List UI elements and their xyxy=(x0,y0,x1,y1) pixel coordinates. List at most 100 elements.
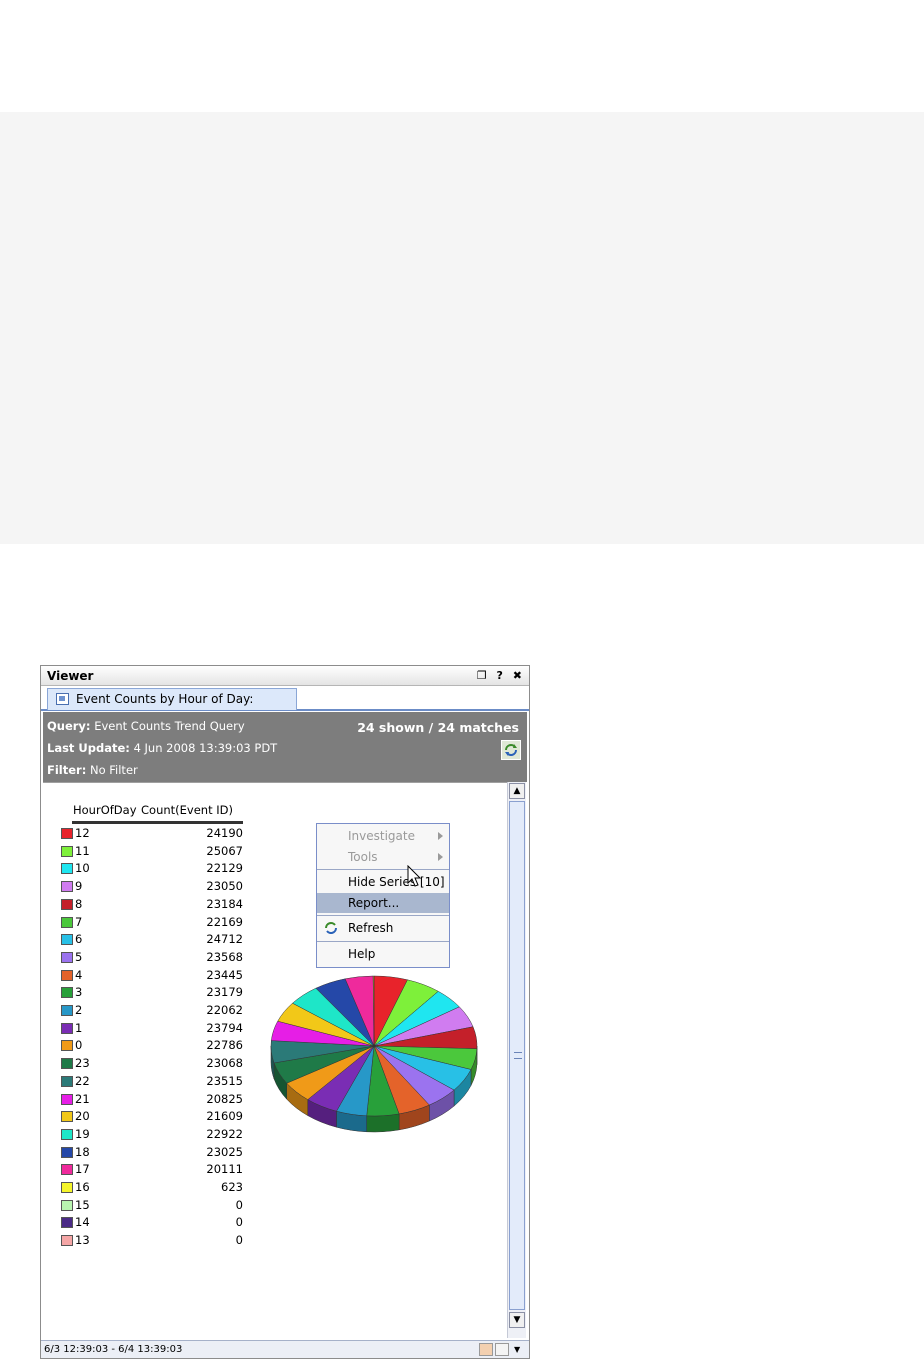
legend-row[interactable]: 22 23515 xyxy=(61,1073,243,1090)
vertical-scrollbar[interactable]: ▲ ▼ xyxy=(507,782,526,1338)
legend-row[interactable]: 19 22922 xyxy=(61,1126,243,1143)
query-label: Query: xyxy=(47,719,91,733)
legend-row[interactable]: 1 23794 xyxy=(61,1020,243,1037)
legend-count: 24712 xyxy=(206,932,243,947)
legend-hour: 16 xyxy=(75,1180,90,1194)
legend-row[interactable]: 5 23568 xyxy=(61,949,243,966)
menu-item-report[interactable]: Report... xyxy=(317,893,449,913)
help-icon[interactable]: ? xyxy=(497,669,506,682)
blank-background-band xyxy=(0,112,924,544)
menu-item-investigate[interactable]: Investigate xyxy=(317,826,449,846)
time-range: 6/3 12:39:03 - 6/4 13:39:03 xyxy=(44,1344,183,1355)
close-icon[interactable]: ✖ xyxy=(513,669,525,682)
chart-content-area: HourOfDay Count(Event ID) 12 24190 11 25067… xyxy=(43,782,507,1339)
legend-count: 20111 xyxy=(206,1162,243,1177)
legend-row[interactable]: 7 22169 xyxy=(61,914,243,931)
filter-value: No Filter xyxy=(89,763,138,777)
legend-hour: 15 xyxy=(75,1197,90,1212)
tab-piechart[interactable]: Event Counts by Hour of Day: PieChart xyxy=(47,688,297,726)
legend-row[interactable]: 15 0 xyxy=(61,1197,243,1214)
legend-hour: 17 xyxy=(75,1162,90,1177)
viewer-title: Viewer xyxy=(47,669,94,683)
menu-item-hide-series[interactable]: Hide Series [10] xyxy=(317,872,449,892)
menu-item-label: Tools xyxy=(348,850,378,864)
legend-row[interactable]: 8 23184 xyxy=(61,896,243,913)
legend-swatch xyxy=(61,1199,73,1211)
legend-row[interactable]: 23 23068 xyxy=(61,1055,243,1072)
menu-item-label: Investigate xyxy=(348,829,415,843)
legend-hour: 5 xyxy=(75,949,83,964)
restore-icon[interactable]: ❐ xyxy=(477,669,490,682)
legend-hour: 14 xyxy=(75,1215,90,1230)
legend-row[interactable]: 20 21609 xyxy=(61,1108,243,1125)
legend-count: 0 xyxy=(235,1233,243,1248)
legend-swatch xyxy=(61,1235,73,1247)
viewer-panel: Viewer ❐ ? ✖ Event Counts by Hour of Day… xyxy=(40,665,530,1359)
legend-count: 23184 xyxy=(206,896,243,911)
legend-row[interactable]: 12 24190 xyxy=(61,825,243,842)
menu-item-tools[interactable]: Tools xyxy=(317,847,449,867)
legend-row[interactable]: 3 23179 xyxy=(61,984,243,1001)
chart-view-icon xyxy=(56,693,69,705)
legend-row[interactable]: 13 0 xyxy=(61,1232,243,1249)
legend-swatch xyxy=(61,1093,73,1105)
legend-count: 22062 xyxy=(206,1003,243,1017)
legend-row[interactable]: 14 0 xyxy=(61,1214,243,1231)
legend-count: 21609 xyxy=(206,1109,243,1124)
legend-swatch xyxy=(61,1217,73,1229)
scroll-up-icon[interactable]: ▲ xyxy=(509,783,525,799)
pie-chart[interactable] xyxy=(267,972,481,1140)
legend-count: 24190 xyxy=(206,826,243,840)
legend-header: HourOfDay Count(Event ID) xyxy=(73,803,233,817)
menu-item-help[interactable]: Help xyxy=(317,944,449,964)
options-icon[interactable] xyxy=(495,1343,509,1356)
legend-swatch xyxy=(61,863,73,875)
legend-row[interactable]: 11 25067 xyxy=(61,843,243,860)
legend-row[interactable]: 2 22062 xyxy=(61,1002,243,1019)
legend-count: 23515 xyxy=(206,1073,243,1088)
legend-swatch xyxy=(61,845,73,857)
refresh-button[interactable] xyxy=(501,740,521,760)
legend-row[interactable]: 0 22786 xyxy=(61,1037,243,1054)
legend-swatch xyxy=(61,987,73,999)
status-bar: 6/3 12:39:03 - 6/4 13:39:03 ▼ xyxy=(41,1340,529,1358)
legend-row[interactable]: 18 23025 xyxy=(61,1144,243,1161)
legend-count: 22922 xyxy=(206,1126,243,1141)
refresh-icon xyxy=(325,922,337,934)
mouse-pointer-icon xyxy=(407,865,422,887)
query-value: Event Counts Trend Query xyxy=(94,719,245,733)
legend-swatch xyxy=(61,951,73,963)
dropdown-arrow-icon[interactable]: ▼ xyxy=(514,1341,520,1359)
scroll-grip-icon xyxy=(514,1052,522,1059)
legend-swatch xyxy=(61,1058,73,1070)
legend-row[interactable]: 10 22129 xyxy=(61,860,243,877)
query-info-panel: Query: Event Counts Trend Query 24 shown… xyxy=(43,712,527,782)
legend-count: 0 xyxy=(235,1197,243,1212)
legend-row[interactable]: 6 24712 xyxy=(61,931,243,948)
legend-row[interactable]: 9 23050 xyxy=(61,878,243,895)
scroll-down-icon[interactable]: ▼ xyxy=(509,1312,525,1328)
legend-row[interactable]: 16 623 xyxy=(61,1179,243,1196)
legend-count: 23050 xyxy=(206,879,243,894)
edit-icon[interactable] xyxy=(479,1343,493,1356)
legend-row[interactable]: 4 23445 xyxy=(61,967,243,984)
legend-swatch xyxy=(61,1075,73,1087)
legend-row[interactable]: 17 20111 xyxy=(61,1161,243,1178)
legend-row[interactable]: 21 20825 xyxy=(61,1091,243,1108)
legend-col-hour: HourOfDay xyxy=(73,803,137,817)
menu-separator xyxy=(317,941,449,942)
legend-swatch xyxy=(61,1111,73,1123)
legend-hour: 7 xyxy=(75,914,83,929)
legend-swatch xyxy=(61,1164,73,1176)
legend-count: 22169 xyxy=(206,914,243,929)
menu-item-label: Report... xyxy=(348,896,400,910)
legend-divider xyxy=(72,821,243,824)
scroll-thumb[interactable] xyxy=(509,801,525,1310)
legend-swatch xyxy=(61,916,73,928)
legend-hour: 8 xyxy=(75,896,83,911)
legend-count: 23445 xyxy=(206,967,243,982)
legend-count: 23068 xyxy=(206,1056,243,1071)
last-update-row: Last Update: 4 Jun 2008 13:39:03 PDT xyxy=(47,741,277,755)
legend-hour: 12 xyxy=(75,826,90,840)
menu-item-refresh[interactable]: Refresh xyxy=(317,918,449,938)
